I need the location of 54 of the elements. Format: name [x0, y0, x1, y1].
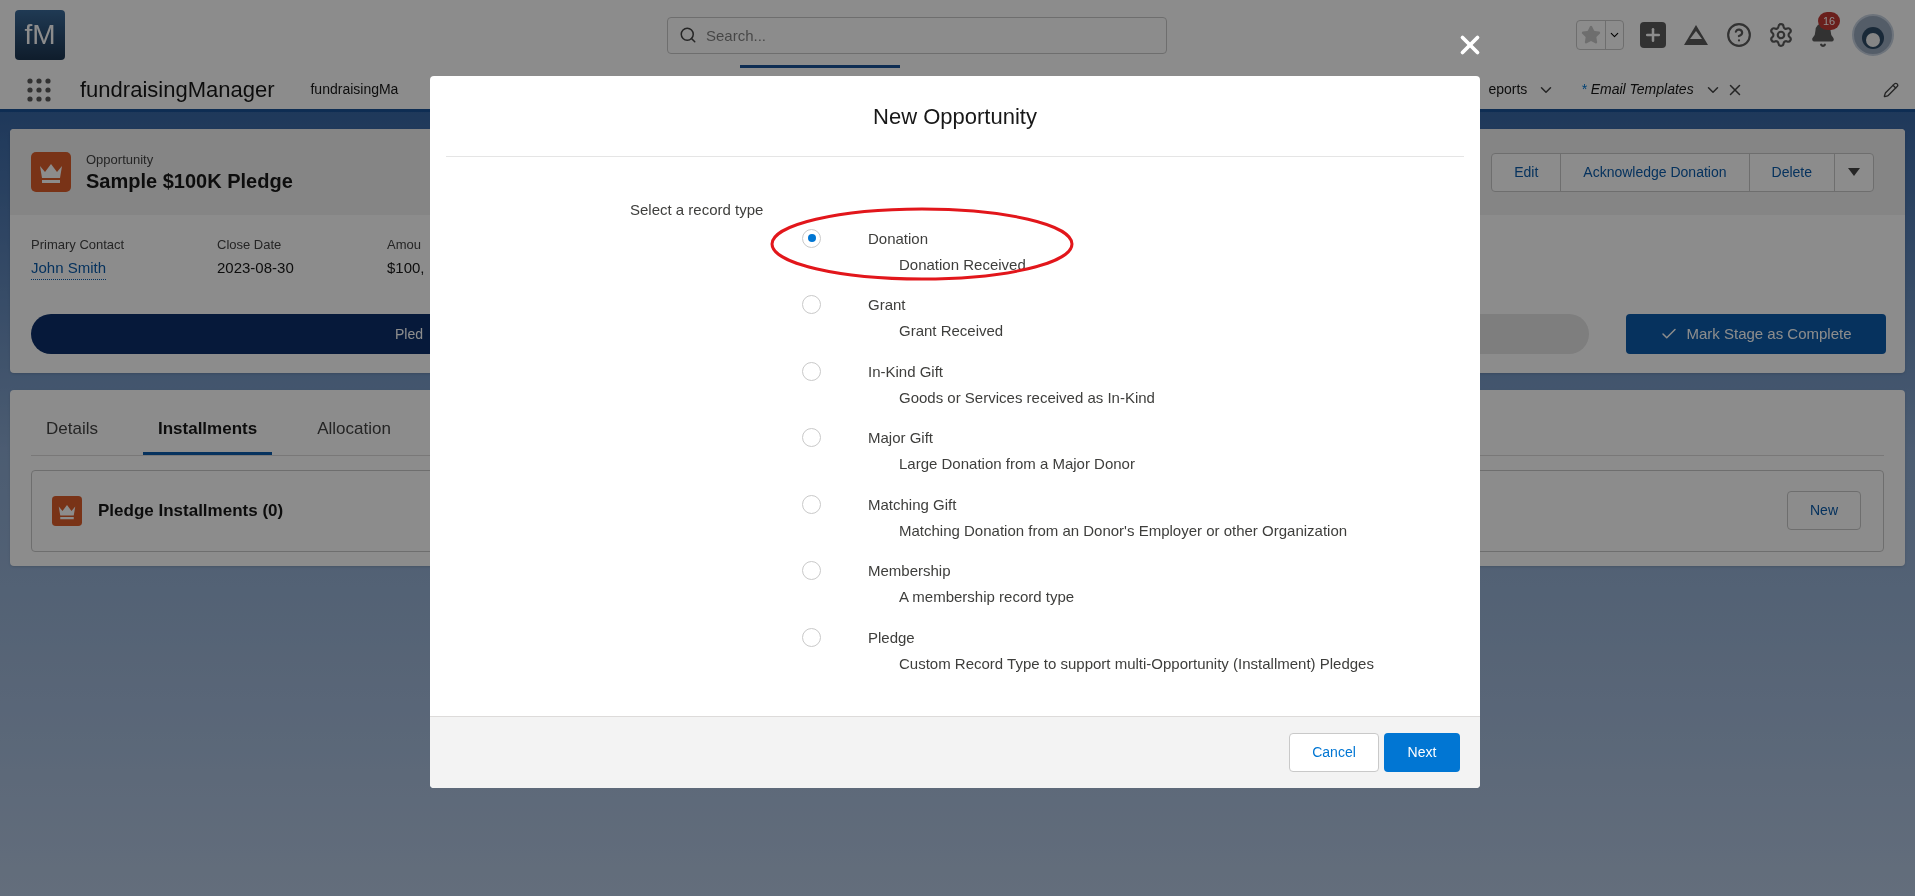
option-description: Large Donation from a Major Donor — [898, 454, 1135, 474]
option-description: Goods or Services received as In-Kind — [898, 387, 1155, 408]
caret-icon — [1848, 168, 1860, 176]
next-button[interactable]: Next — [1384, 733, 1460, 772]
field-label: Close Date — [217, 236, 283, 254]
settings-icon[interactable] — [1768, 22, 1794, 48]
option-description: Donation Received — [898, 254, 1026, 275]
prompt-label: Select a record type — [630, 201, 764, 218]
app-launcher-icon[interactable] — [27, 77, 51, 102]
edit-icon[interactable] — [1883, 81, 1899, 98]
field-label: Amou — [387, 236, 422, 254]
option-name: Grant — [868, 295, 907, 315]
record-tab[interactable]: Details — [31, 416, 113, 455]
avatar-icon[interactable] — [1852, 14, 1894, 56]
nav-tab[interactable]: eports — [1488, 79, 1528, 100]
cancel-button[interactable]: Cancel — [1289, 733, 1379, 772]
new-button[interactable]: New — [1787, 491, 1861, 530]
field-label: Primary Contact — [31, 236, 126, 254]
related-list-title: Pledge Installments (0) — [98, 499, 284, 522]
star-icon — [1581, 25, 1601, 45]
option-name: Pledge — [868, 627, 916, 648]
option-name: Matching Gift — [868, 494, 958, 515]
help-icon[interactable] — [1726, 22, 1752, 48]
crown-icon — [31, 152, 71, 192]
option-description: Custom Record Type to support multi-Opportunity (Installment) Pledges — [898, 653, 1374, 674]
mountain-icon[interactable] — [1682, 23, 1710, 47]
record-tab[interactable]: Installments — [142, 416, 273, 455]
option-description: A membership record type — [898, 587, 1075, 607]
field-value: 2023-08-30 — [217, 257, 295, 278]
app-logo[interactable]: fM — [15, 10, 65, 60]
add-icon[interactable] — [1640, 22, 1666, 48]
option-description: Grant Received — [898, 321, 1004, 341]
option-name: Membership — [868, 561, 952, 581]
mark-complete-button[interactable]: Mark Stage as Complete — [1626, 314, 1886, 354]
action-button[interactable]: Delete — [1749, 153, 1835, 191]
search-field[interactable]: Search... — [667, 16, 1167, 54]
crown-icon — [52, 495, 82, 526]
record-type: Opportunity — [86, 150, 155, 169]
option-name: In-Kind Gift — [868, 361, 945, 382]
record-title: Sample $100K Pledge — [86, 169, 293, 195]
modal-title: New Opportunity — [873, 102, 1037, 131]
action-button[interactable]: Edit — [1492, 153, 1562, 191]
action-button[interactable]: Acknowledge Donation — [1561, 153, 1750, 191]
app-name: fundraisingManager — [80, 76, 275, 104]
field-value: $100, — [387, 257, 426, 278]
notification-badge: 16 — [1818, 12, 1841, 30]
contact-link[interactable]: John Smith — [31, 256, 107, 280]
nav-tab[interactable]: fundraisingMa — [310, 79, 399, 100]
search-icon — [679, 25, 697, 44]
nav-tab[interactable]: * Email Templates — [1581, 79, 1694, 100]
option-description: Matching Donation from an Donor's Employer or other Organization — [898, 520, 1348, 541]
record-tab[interactable]: Allocation — [302, 416, 406, 455]
option-name: Major Gift — [868, 428, 934, 448]
option-name: Donation — [868, 228, 930, 249]
